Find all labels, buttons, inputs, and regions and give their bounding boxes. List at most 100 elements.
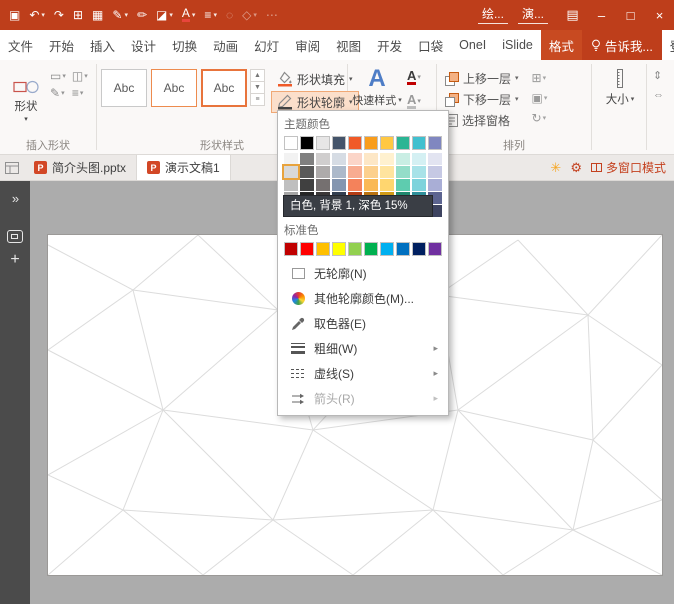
theme-color-variant-swatch[interactable] <box>332 166 346 178</box>
ribbon-options-icon[interactable]: ▤ <box>558 0 587 30</box>
settings-gear-icon[interactable]: ⚙ <box>570 160 582 176</box>
shape-style-2[interactable]: Abc <box>151 69 197 107</box>
send-backward-button[interactable]: 下移一层 ▾ <box>441 89 523 110</box>
menu-item-more-colors[interactable]: 其他轮廓颜色(M)... <box>284 286 442 311</box>
ribbon-tab-10[interactable]: 开发 <box>369 30 410 60</box>
theme-color-variant-swatch[interactable] <box>428 166 442 178</box>
ribbon-tab-12[interactable]: OneI <box>451 30 494 60</box>
ribbon-tab-9[interactable]: 视图 <box>328 30 369 60</box>
beautify-icon[interactable]: ✳ <box>550 160 561 176</box>
expand-panel-icon[interactable]: » <box>12 191 18 206</box>
edit-shape-button[interactable]: ✎▾ <box>48 86 68 100</box>
theme-color-variant-swatch[interactable] <box>300 166 314 178</box>
convert-ink-icon[interactable]: ◇▾ <box>238 3 261 27</box>
theme-color-variant-swatch[interactable] <box>348 179 362 191</box>
theme-color-variant-swatch[interactable] <box>380 179 394 191</box>
standard-color-swatch[interactable] <box>348 242 362 256</box>
standard-color-swatch[interactable] <box>300 242 314 256</box>
ribbon-tab-7[interactable]: 幻灯 <box>246 30 287 60</box>
theme-color-swatch[interactable] <box>396 136 410 150</box>
gallery-more-button[interactable]: ≡ <box>250 93 265 106</box>
shape-style-3[interactable]: Abc <box>201 69 247 107</box>
theme-color-variant-swatch[interactable] <box>348 153 362 165</box>
document-tab-inactive[interactable]: P 简介头图.pptx <box>24 155 137 180</box>
document-tab-active[interactable]: P 演示文稿1 <box>137 155 231 180</box>
theme-color-variant-swatch[interactable] <box>364 166 378 178</box>
ribbon-tab-3[interactable]: 插入 <box>82 30 123 60</box>
standard-color-swatch[interactable] <box>284 242 298 256</box>
theme-color-swatch[interactable] <box>316 136 330 150</box>
standard-color-swatch[interactable] <box>380 242 394 256</box>
theme-color-variant-swatch-selected[interactable] <box>284 166 298 178</box>
theme-color-swatch[interactable] <box>364 136 378 150</box>
multi-window-mode-button[interactable]: 多窗口模式 <box>591 159 666 176</box>
standard-color-swatch[interactable] <box>428 242 442 256</box>
menu-item-no-outline[interactable]: 无轮廓(N) <box>284 261 442 286</box>
theme-color-swatch[interactable] <box>412 136 426 150</box>
insert-shape-button[interactable]: 形状 ▾ <box>4 63 48 137</box>
theme-color-variant-swatch[interactable] <box>412 153 426 165</box>
ribbon-tab-4[interactable]: 设计 <box>123 30 164 60</box>
save-icon[interactable]: ▣ <box>5 3 24 27</box>
add-slide-icon[interactable]: + <box>10 252 19 268</box>
theme-color-variant-swatch[interactable] <box>364 153 378 165</box>
highlighter-icon[interactable]: ✏ <box>133 3 151 27</box>
theme-color-variant-swatch[interactable] <box>332 179 346 191</box>
theme-color-swatch[interactable] <box>380 136 394 150</box>
height-button[interactable]: ⇕ <box>651 68 666 83</box>
maximize-button[interactable]: □ <box>616 0 645 30</box>
window-list-icon[interactable] <box>0 155 24 180</box>
theme-color-variant-swatch[interactable] <box>380 166 394 178</box>
theme-color-variant-swatch[interactable] <box>396 153 410 165</box>
ribbon-tab-2[interactable]: 开始 <box>41 30 82 60</box>
undo-icon[interactable]: ↶▾ <box>25 3 49 27</box>
ink-color-icon[interactable]: A▾ <box>178 3 200 27</box>
close-button[interactable]: × <box>645 0 674 30</box>
redo-icon[interactable]: ↷ <box>50 3 68 27</box>
menu-item-eyedropper[interactable]: 取色器(E) <box>284 311 442 336</box>
theme-color-swatch[interactable] <box>428 136 442 150</box>
theme-color-variant-swatch[interactable] <box>316 153 330 165</box>
thumbnails-panel-icon[interactable] <box>7 230 23 243</box>
standard-color-swatch[interactable] <box>364 242 378 256</box>
theme-color-variant-swatch[interactable] <box>332 153 346 165</box>
pen-icon[interactable]: ✎▾ <box>108 3 132 27</box>
standard-color-swatch[interactable] <box>332 242 346 256</box>
ribbon-tab-13[interactable]: iSlide <box>494 30 541 60</box>
rotate-objects-button[interactable]: ↻▾ <box>530 110 550 126</box>
titlebar-label-draw[interactable]: 绘... <box>478 6 508 24</box>
ribbon-tab-6[interactable]: 动画 <box>205 30 246 60</box>
more-commands-icon[interactable]: ⋯ <box>262 3 282 27</box>
selection-pane-button[interactable]: 选择窗格 <box>441 110 523 131</box>
text-fill-button[interactable]: A▾ <box>405 68 423 86</box>
theme-color-swatch[interactable] <box>300 136 314 150</box>
shape-style-1[interactable]: Abc <box>101 69 147 107</box>
titlebar-label-presentation[interactable]: 演... <box>518 6 548 24</box>
standard-color-swatch[interactable] <box>316 242 330 256</box>
ink-thickness-icon[interactable]: ≡▾ <box>200 3 221 27</box>
shape-fill-button[interactable]: 形状填充 ▾ <box>271 68 359 90</box>
theme-color-variant-swatch[interactable] <box>412 166 426 178</box>
menu-item-dashes[interactable]: 虚线(S)▸ <box>284 361 442 386</box>
grid-icon[interactable]: ▦ <box>88 3 107 27</box>
theme-color-swatch[interactable] <box>332 136 346 150</box>
ribbon-tab-1[interactable]: 文件 <box>0 30 41 60</box>
theme-color-variant-swatch[interactable] <box>428 179 442 191</box>
theme-color-variant-swatch[interactable] <box>428 153 442 165</box>
theme-color-variant-swatch[interactable] <box>284 179 298 191</box>
minimize-button[interactable]: – <box>587 0 616 30</box>
sign-in-button[interactable]: 登录 <box>662 30 674 60</box>
theme-color-variant-swatch[interactable] <box>316 166 330 178</box>
theme-color-variant-swatch[interactable] <box>380 153 394 165</box>
theme-color-variant-swatch[interactable] <box>348 166 362 178</box>
theme-color-variant-swatch[interactable] <box>396 166 410 178</box>
standard-color-swatch[interactable] <box>412 242 426 256</box>
lasso-select-icon[interactable]: ◌ <box>222 3 237 27</box>
width-button[interactable]: ⇔ <box>651 88 666 102</box>
theme-color-variant-swatch[interactable] <box>412 179 426 191</box>
theme-color-variant-swatch[interactable] <box>396 179 410 191</box>
theme-color-swatch[interactable] <box>348 136 362 150</box>
ribbon-tab-8[interactable]: 审阅 <box>287 30 328 60</box>
ribbon-tab-14[interactable]: 格式 <box>541 30 582 60</box>
menu-item-weight[interactable]: 粗细(W)▸ <box>284 336 442 361</box>
